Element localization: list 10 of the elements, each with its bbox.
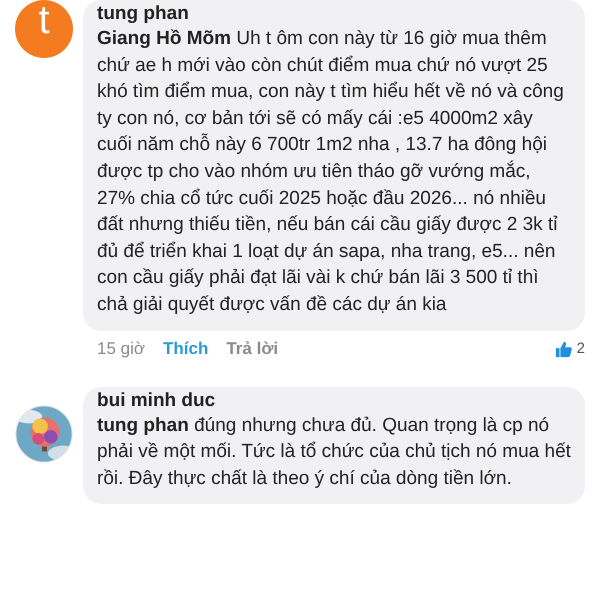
avatar[interactable]: t [15,0,73,58]
comment-time: 15 giờ [97,338,146,359]
like-count: 2 [576,340,585,358]
comment-text: Giang Hồ Mõm Uh t ôm con này từ 16 giờ mua thêm chứ ae h mới vào còn chút điểm mua chứ nó vượt 25 khó tìm điểm mua, con này t tìm hiểu hết về nó và công ty con nó, cơ bản tới sẽ có mấy cái :e5 4000m2 xây cuối năm chỗ này 6 700tr 1m2 nha , 13.7 ha đông hội được tp cho vào nhóm ưu tiên tháo gỡ vướng mắc, 27% chia cổ tức cuối 2025 hoặc đầu 2026... nó nhiều đất nhưng thiếu tiền, nếu bán cái cầu giấy được 2 3k tỉ đủ để triển khai 1 loạt dự án sapa, nha trang, e5... nên con cầu giấy phải đạt lãi vài k chứ bán lãi 3 500 tỉ thì chả giải quyết được vấn đề các dự án kia [97,27,565,317]
like-button[interactable]: Thích [163,338,208,359]
comment-text: tung phan đúng nhưng chưa đủ. Quan trọng là cp nó phải về một mối. Tức là tổ chức của chủ tịch nó mua hết rồi. Đây thực chất là theo ý chí của dòng tiền lớn. [97,414,571,491]
author-name[interactable]: tung phan [97,2,571,26]
thumbs-up-icon [554,340,573,358]
reply-button[interactable]: Trả lời [226,338,278,359]
author-name[interactable]: bui minh duc [97,388,571,413]
